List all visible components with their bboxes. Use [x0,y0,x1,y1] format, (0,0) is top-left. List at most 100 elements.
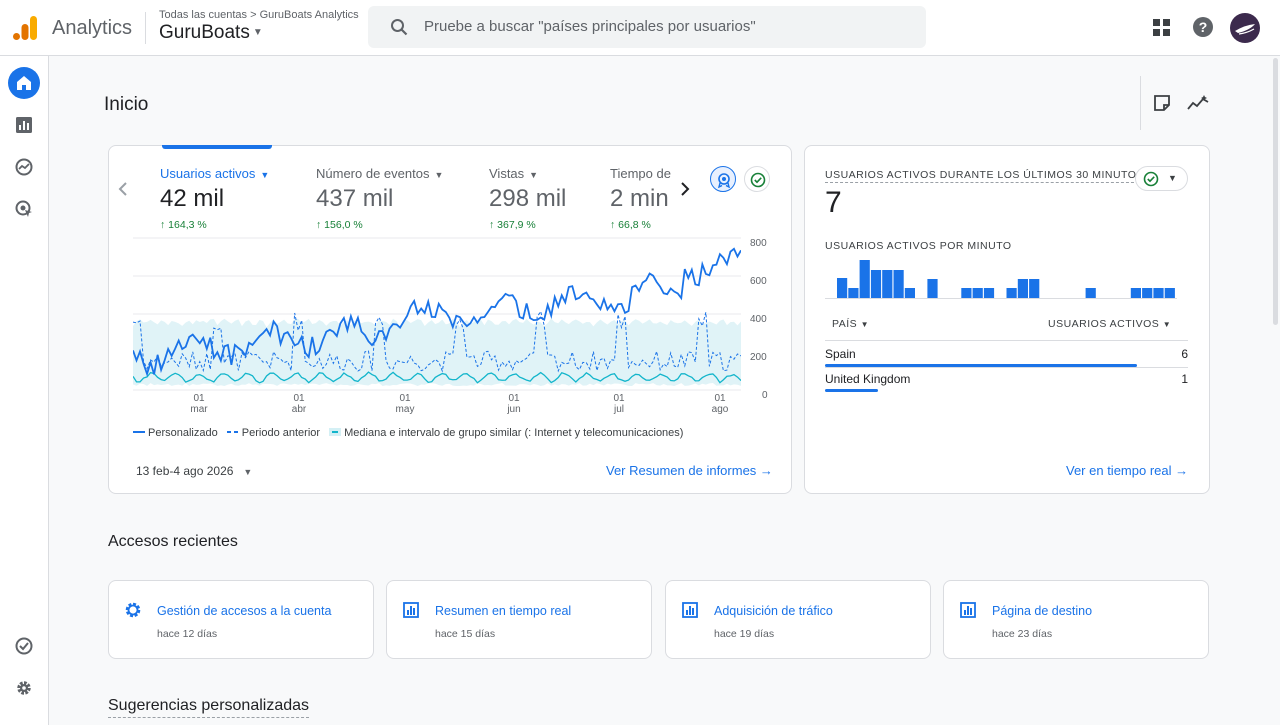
side-navigation [0,56,49,725]
arrow-up-icon: ↑ [316,219,325,231]
recent-card[interactable]: Gestión de accesos a la cuenta hace 12 d… [108,580,374,659]
recent-card-title: Página de destino [992,604,1093,618]
gear-icon [125,602,141,618]
nav-configure[interactable] [8,630,40,662]
nav-home[interactable] [8,67,40,99]
settings-gear-icon [17,681,31,695]
metric-active-users[interactable]: Usuarios activos ▼ 42 mil ↑ 164,3 % [160,166,269,231]
recent-card-time: hace 12 días [157,628,218,640]
account-avatar[interactable] [1230,13,1260,43]
minute-bar[interactable] [961,288,972,298]
header-divider [145,12,146,44]
minute-bar[interactable] [927,279,938,298]
minute-bar[interactable] [848,288,859,298]
caret-down-icon: ▼ [860,320,869,329]
x-tick-day: 01 [193,393,205,404]
minute-bar[interactable] [837,278,848,298]
minute-bar[interactable] [1017,279,1028,298]
suggestions-title: Sugerencias personalizadas [108,697,310,718]
country-cell: Spain [825,347,856,361]
users-column-header[interactable]: USUARIOS ACTIVOS ▼ [1048,318,1171,330]
country-cell: United Kingdom [825,372,911,386]
property-selector[interactable]: GuruBoats ▼ [159,22,263,44]
recent-card[interactable]: Adquisición de tráfico hace 19 días [665,580,931,659]
recent-card-time: hace 15 días [435,628,496,640]
minute-bar[interactable] [1006,288,1017,298]
date-range-text: 13 feb-4 ago 2026 [136,464,234,478]
help-icon[interactable]: ? [1193,17,1213,37]
metric-change: 156,0 % [324,219,363,231]
x-tick-day: 01 [399,393,411,404]
realtime-status-dropdown[interactable]: ▼ [1135,166,1188,191]
view-realtime-link[interactable]: Ver en tiempo real → [1066,463,1188,478]
x-tick-month: may [395,404,415,415]
notes-icon[interactable] [1153,94,1171,112]
country-column-header[interactable]: PAÍS ▼ [832,318,869,330]
metric-engagement-time[interactable]: Tiempo de 2 min ↑ 66,8 % [610,166,671,231]
recent-card-title: Adquisición de tráfico [714,604,833,618]
metric-value: 2 min [610,185,669,212]
minute-bar[interactable] [1029,279,1040,298]
minute-bar[interactable] [882,270,893,298]
nav-advertising[interactable] [8,193,40,225]
recent-card-title: Gestión de accesos a la cuenta [157,604,332,618]
per-minute-bar-chart [825,260,1177,299]
data-quality-button[interactable] [744,166,770,192]
metric-event-count[interactable]: Número de eventos ▼ 437 mil ↑ 156,0 % [316,166,443,231]
arrow-up-icon: ↑ [489,219,498,231]
chart-legend: Personalizado Periodo anterior Mediana e… [133,427,689,439]
legend-custom: Personalizado [133,427,218,439]
boat-logo-icon [1235,24,1255,35]
x-tick-month: ago [711,404,729,415]
chevron-right-icon[interactable] [679,182,691,196]
benchmark-button[interactable] [710,166,736,192]
page-title: Inicio [104,94,149,115]
report-icon [960,602,976,618]
chevron-left-icon[interactable] [117,182,129,196]
metric-label: Usuarios activos [160,166,256,181]
metric-change: 66,8 % [618,219,651,231]
caret-down-icon: ▼ [243,467,253,477]
minute-bar[interactable] [983,288,995,298]
recent-card-title: Resumen en tiempo real [435,604,572,618]
minute-bar[interactable] [1142,288,1153,298]
nav-admin[interactable] [8,672,40,704]
recent-card[interactable]: Resumen en tiempo real hace 15 días [386,580,652,659]
minute-bar[interactable] [1085,288,1096,298]
legend-previous: Periodo anterior [226,427,320,439]
metric-value: 437 mil [316,185,394,212]
metric-change: 164,3 % [168,219,207,231]
metric-change: 367,9 % [497,219,536,231]
minute-bar[interactable] [1130,288,1141,298]
nav-reports[interactable] [8,109,40,141]
y-tick-label: 800 [750,238,767,249]
date-range-selector[interactable]: 13 feb-4 ago 2026 ▼ [136,464,252,478]
arrow-up-icon: ↑ [610,219,619,231]
minute-bar[interactable] [904,288,915,298]
x-tick-label: 01 ago [705,393,735,415]
caret-down-icon: ▼ [252,27,263,38]
minute-bar[interactable] [972,288,983,298]
minute-bar[interactable] [1153,288,1164,298]
metric-value: 42 mil [160,185,225,212]
view-reports-label: Ver Resumen de informes [606,463,757,478]
metric-views[interactable]: Vistas ▼ 298 mil ↑ 367,9 % [489,166,566,231]
home-icon [17,76,31,90]
recent-access-title: Accesos recientes [108,533,238,550]
apps-grid-icon[interactable] [1153,19,1170,36]
report-icon [682,602,698,618]
view-reports-link[interactable]: Ver Resumen de informes → [606,463,773,478]
minute-bar[interactable] [1164,288,1175,298]
account-breadcrumb[interactable]: Todas las cuentas > GuruBoats Analytics [159,9,359,21]
page-scrollbar[interactable] [1273,58,1278,325]
minute-bar[interactable] [893,270,904,298]
minute-bar[interactable] [870,270,882,298]
metric-label: Tiempo de [610,166,671,181]
insights-icon[interactable] [1187,94,1209,112]
search-bar[interactable]: Pruebe a buscar "países principales por … [368,6,926,48]
recent-card[interactable]: Página de destino hace 23 días [943,580,1209,659]
x-tick-label: 01 may [390,393,420,415]
nav-explore[interactable] [8,151,40,183]
minute-bar[interactable] [859,260,870,298]
explore-icon [15,158,33,176]
